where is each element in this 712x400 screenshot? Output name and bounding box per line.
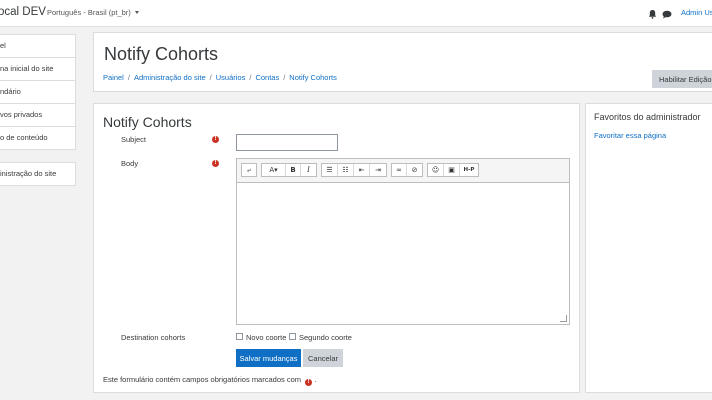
unordered-list-icon[interactable]: ☰	[322, 164, 338, 176]
drawer-item-content-bank[interactable]: o de conteúdo	[0, 126, 75, 149]
site-brand[interactable]: ocal DEV	[0, 6, 46, 18]
top-navbar: ocal DEV Português - Brasil (pt_br) Admi…	[0, 0, 712, 27]
block-title: Favoritos do administrador	[594, 112, 701, 122]
bold-icon[interactable]: B	[286, 164, 301, 176]
unlink-icon[interactable]: ⊘	[407, 164, 422, 176]
subject-label: Subject	[121, 135, 147, 144]
page-header: Notify Cohorts Painel / Administração do s…	[93, 32, 712, 92]
form-title: Notify Cohorts	[103, 114, 192, 130]
bell-icon[interactable]	[648, 9, 657, 19]
required-fields-note: Este formulário contém campos obrigatóri…	[103, 375, 317, 386]
link-icon[interactable]: ∞	[392, 164, 407, 176]
required-icon: !	[212, 136, 219, 143]
breadcrumb-accounts[interactable]: Contas	[255, 73, 279, 82]
admin-bookmarks-block: Favoritos do administrador Favoritar ess…	[585, 103, 712, 393]
bookmark-page-link[interactable]: Favoritar essa página	[594, 131, 666, 140]
cohort-checkbox-segundo[interactable]	[289, 333, 296, 340]
required-icon: !	[212, 160, 219, 167]
save-button[interactable]: Salvar mudanças	[236, 349, 301, 367]
body-editor: ⤶ A▾ B I ☰ ☷ ⇤ ⇥ ∞ ⊘ ☺ ▣ H-P	[236, 158, 570, 325]
breadcrumb: Painel / Administração do site / Usuários / Co…	[103, 73, 337, 82]
drawer-group-main: el na inicial do site ndário vos privado…	[0, 34, 76, 150]
main-content: Notify Cohorts Subject ! Body ! ⤶ A▾ B I…	[93, 103, 580, 393]
drawer-group-admin: inistração do site	[0, 162, 76, 186]
language-label: Português - Brasil (pt_br)	[47, 8, 131, 17]
emoji-icon[interactable]: ☺	[428, 164, 444, 176]
resize-handle-icon[interactable]	[560, 315, 567, 322]
drawer-item-dashboard[interactable]: el	[0, 35, 75, 57]
breadcrumb-notify-cohorts[interactable]: Notify Cohorts	[289, 73, 337, 82]
user-menu[interactable]: Admin Us	[681, 8, 712, 17]
cancel-button[interactable]: Cancelar	[303, 349, 343, 367]
cohort-label-novo: Novo coorte	[246, 333, 287, 342]
subject-input[interactable]	[236, 134, 338, 151]
language-menu[interactable]: Português - Brasil (pt_br)	[47, 8, 139, 17]
italic-icon[interactable]: I	[301, 164, 316, 176]
breadcrumb-dashboard[interactable]: Painel	[103, 73, 124, 82]
ordered-list-icon[interactable]: ☷	[338, 164, 354, 176]
drawer-item-calendar[interactable]: ndário	[0, 80, 75, 103]
nav-drawer: el na inicial do site ndário vos privado…	[0, 34, 76, 186]
destination-cohorts-label: Destination cohorts	[121, 333, 186, 342]
breadcrumb-users[interactable]: Usuários	[216, 73, 246, 82]
h5p-icon[interactable]: H-P	[460, 164, 478, 176]
chevron-down-icon	[134, 11, 139, 14]
cohort-label-segundo: Segundo coorte	[299, 333, 352, 342]
indent-icon[interactable]: ⇥	[370, 164, 386, 176]
drawer-item-site-home[interactable]: na inicial do site	[0, 57, 75, 80]
outdent-icon[interactable]: ⇤	[354, 164, 370, 176]
font-color-icon[interactable]: A▾	[262, 164, 286, 176]
body-label: Body	[121, 159, 139, 168]
image-icon[interactable]: ▣	[444, 164, 460, 176]
required-icon: !	[305, 379, 313, 386]
drawer-item-site-admin[interactable]: inistração do site	[0, 163, 75, 185]
drawer-item-private-files[interactable]: vos privados	[0, 103, 75, 126]
body-textarea[interactable]	[237, 182, 569, 324]
editor-toolbar: ⤶ A▾ B I ☰ ☷ ⇤ ⇥ ∞ ⊘ ☺ ▣ H-P	[237, 159, 569, 183]
cohort-checkbox-novo[interactable]	[236, 333, 243, 340]
chat-icon[interactable]	[662, 10, 672, 19]
undo-icon[interactable]: ⤶	[242, 164, 256, 176]
page-title: Notify Cohorts	[104, 44, 219, 64]
breadcrumb-site-admin[interactable]: Administração do site	[134, 73, 206, 82]
enable-editing-button[interactable]: Habilitar Edição c	[652, 70, 712, 88]
